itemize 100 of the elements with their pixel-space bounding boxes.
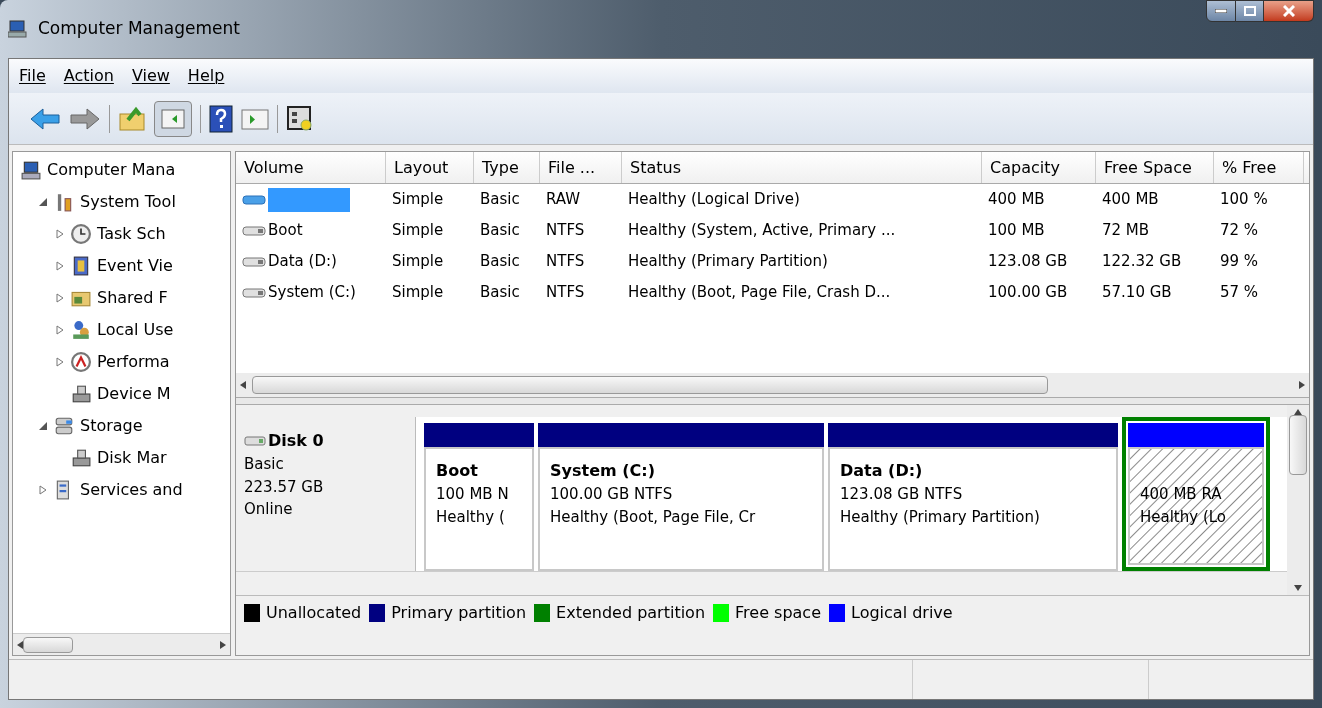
partition-name: Boot [436, 460, 479, 482]
disk-name: Disk 0 [268, 430, 324, 452]
table-cell-text: Data (D:) [268, 251, 337, 273]
console-tree-button[interactable] [154, 100, 192, 137]
expand-arrow-icon[interactable] [55, 325, 65, 335]
column-header[interactable]: File ... [540, 152, 622, 183]
drive-icon [242, 193, 266, 206]
app-icon [8, 19, 30, 39]
menu-item[interactable]: File [11, 64, 54, 88]
maximize-button[interactable] [1236, 0, 1264, 22]
column-header[interactable]: Status [622, 152, 982, 183]
table-cell-text: 400 MB [988, 189, 1045, 211]
expand-arrow-icon[interactable] [55, 357, 65, 367]
horizontal-scrollbar[interactable] [13, 633, 230, 655]
tree-item[interactable]: Local Use [97, 318, 174, 342]
drive-icon [242, 286, 266, 299]
tree-item[interactable]: Computer Mana [47, 158, 176, 182]
column-header[interactable]: Free Space [1096, 152, 1214, 183]
column-header[interactable]: % Free [1214, 152, 1304, 183]
table-cell-text: Basic [480, 189, 520, 211]
partition-size: 123.08 GB NTFS [840, 484, 964, 505]
scroll-right-icon[interactable] [220, 640, 226, 649]
partition-status: Healthy ( [436, 506, 506, 528]
scrollbar-thumb[interactable] [23, 636, 73, 653]
expand-arrow-icon[interactable] [55, 261, 65, 271]
table-cell-text: Basic [480, 282, 520, 304]
tree-item[interactable]: Disk Mar [97, 446, 167, 470]
expand-arrow-icon[interactable] [55, 229, 65, 239]
menu-item[interactable]: Action [55, 64, 122, 88]
tree-item[interactable]: System Tool [80, 190, 176, 214]
close-button[interactable] [1264, 0, 1314, 22]
expand-arrow-icon[interactable] [38, 485, 48, 495]
expand-arrow-icon[interactable] [55, 293, 65, 303]
back-arrow-icon[interactable] [29, 106, 61, 131]
partition-block[interactable]: Data (D:) 123.08 GB NTFS Healthy (Primary Partition) [828, 447, 1118, 571]
legend-label: Primary partition [391, 601, 527, 624]
column-header[interactable]: Type [474, 152, 540, 183]
table-cell-text: Simple [392, 220, 444, 242]
vertical-scrollbar[interactable] [1287, 405, 1309, 595]
partition-block[interactable]: System (C:) 100.00 GB NTFS Healthy (Boot, Page File, Cr [538, 447, 824, 571]
table-cell-text: Basic [480, 251, 520, 273]
table-cell-text: 99 % [1220, 251, 1259, 273]
pane-icon [161, 108, 185, 129]
partition-size: 100.00 GB NTFS [550, 484, 674, 505]
folder-up-icon[interactable] [118, 105, 146, 132]
table-cell-text: 122.32 GB [1102, 251, 1182, 273]
minimize-icon [1215, 9, 1227, 13]
computer-icon [21, 160, 41, 180]
table-cell-text: Healthy (System, Active, Primary ... [628, 220, 896, 242]
maximize-icon [1243, 6, 1256, 16]
help-icon[interactable] [209, 104, 233, 133]
tree-item[interactable]: Device M [97, 382, 171, 406]
menu-item[interactable]: Help [179, 64, 233, 88]
forward-arrow-icon[interactable] [69, 106, 101, 131]
partition-status: Healthy (Boot, Page File, Cr [550, 506, 757, 528]
table-cell-text: Boot [268, 220, 303, 242]
device-icon [71, 448, 91, 468]
action-pane-icon[interactable] [241, 106, 269, 131]
users-icon [71, 320, 91, 340]
column-header[interactable]: Layout [386, 152, 474, 183]
table-cell-text: 100.00 GB [988, 282, 1068, 304]
partition-block[interactable]: Boot 100 MB N Healthy ( [424, 447, 534, 571]
table-cell-text: 400 MB [1102, 189, 1159, 211]
table-cell-text: 72 MB [1102, 220, 1150, 242]
scrollbar-thumb[interactable] [252, 376, 1048, 394]
table-cell-text: 57 % [1220, 282, 1259, 304]
partition-block[interactable]: 400 MB RA Healthy (Lo [1128, 447, 1264, 565]
drive-icon [242, 255, 266, 268]
properties-icon[interactable] [286, 104, 314, 133]
minimize-button[interactable] [1206, 0, 1236, 22]
table-cell-text: Simple [392, 251, 444, 273]
scroll-down-icon[interactable] [1294, 585, 1302, 591]
menu-item[interactable]: View [123, 64, 178, 88]
horizontal-scrollbar[interactable] [236, 373, 1309, 397]
tree-item[interactable]: Performa [97, 350, 170, 374]
table-cell-text: NTFS [546, 220, 585, 242]
window-title: Computer Management [38, 17, 240, 41]
scroll-left-icon[interactable] [240, 381, 246, 389]
disk-state: Online [244, 499, 294, 520]
table-cell-text: NTFS [546, 282, 585, 304]
scrollbar-thumb[interactable] [1289, 415, 1307, 475]
column-header[interactable]: Capacity [982, 152, 1096, 183]
tree-item[interactable]: Shared F [97, 286, 168, 310]
clock-icon [71, 224, 91, 244]
tree-item[interactable]: Event Vie [97, 254, 173, 278]
column-header[interactable]: Volume [236, 152, 386, 183]
collapse-arrow-icon[interactable] [38, 197, 48, 207]
scroll-right-icon[interactable] [1299, 381, 1305, 389]
table-cell-text: 123.08 GB [988, 251, 1068, 273]
tree-item[interactable]: Services and [80, 478, 183, 502]
tree-item[interactable]: Task Sch [97, 222, 166, 246]
legend-label: Free space [735, 601, 821, 624]
legend-label: Logical drive [851, 601, 953, 624]
table-cell-text: 57.10 GB [1102, 282, 1172, 304]
table-cell-text: Healthy (Primary Partition) [628, 251, 828, 273]
collapse-arrow-icon[interactable] [38, 421, 48, 431]
device-icon [71, 384, 91, 404]
table-cell-text: Healthy (Boot, Page File, Crash D... [628, 282, 891, 304]
tree-item[interactable]: Storage [80, 414, 143, 438]
table-cell-text: 72 % [1220, 220, 1259, 242]
